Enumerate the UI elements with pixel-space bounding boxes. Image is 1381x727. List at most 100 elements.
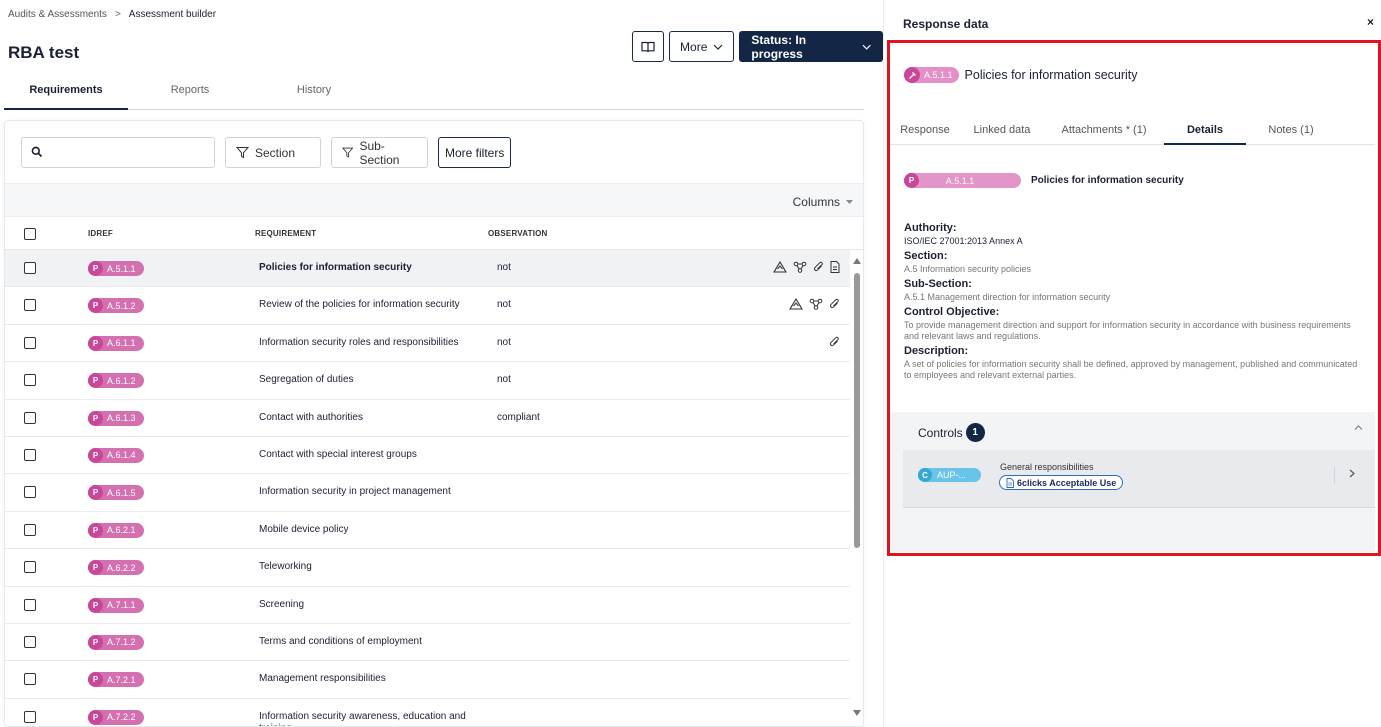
- tag-label: P: [88, 672, 103, 688]
- document-icon: [1006, 477, 1014, 488]
- tab-response[interactable]: Response: [890, 116, 960, 145]
- tag-label: P: [88, 522, 103, 538]
- document-icon[interactable]: [830, 261, 840, 276]
- idref-pill[interactable]: P A.7.1.2: [88, 634, 144, 650]
- scroll-down-icon[interactable]: [853, 710, 861, 716]
- row-checkbox[interactable]: [24, 523, 36, 536]
- subsection-filter-button[interactable]: Sub-Section: [331, 137, 428, 168]
- attachment-icon[interactable]: [829, 298, 840, 313]
- attachment-icon[interactable]: [813, 261, 824, 276]
- idref-pill[interactable]: P A.7.2.1: [88, 672, 144, 688]
- status-button[interactable]: Status: In progress: [739, 31, 883, 62]
- table-row[interactable]: P A.6.1.4 Contact with special interest gr…: [5, 437, 850, 475]
- idref-pill[interactable]: P A.7.1.1: [88, 597, 144, 613]
- row-icons: [789, 298, 840, 313]
- row-checkbox[interactable]: [24, 299, 36, 312]
- controls-toggle[interactable]: Controls 1: [918, 423, 985, 442]
- chevron-up-icon[interactable]: [1354, 422, 1363, 433]
- tab-details[interactable]: Details: [1164, 116, 1246, 145]
- objective-label: Control Objective:: [904, 306, 1000, 318]
- more-button[interactable]: More: [669, 31, 735, 62]
- filter-bar: Section Sub-Section More filters: [21, 137, 512, 168]
- table-row[interactable]: P A.7.2.1 Management responsibilities: [5, 661, 850, 699]
- table-row[interactable]: P A.7.1.2 Terms and conditions of employme…: [5, 624, 850, 662]
- idref-pill[interactable]: P A.6.1.4: [88, 447, 144, 463]
- book-icon: [641, 41, 655, 52]
- table-row[interactable]: P A.6.1.2 Segregation of duties not: [5, 362, 850, 400]
- idref-label: A.6.2.1: [107, 525, 136, 536]
- row-checkbox[interactable]: [24, 336, 36, 349]
- row-checkbox[interactable]: [24, 411, 36, 424]
- idref-pill[interactable]: P A.6.2.1: [88, 522, 144, 538]
- header-observation[interactable]: OBSERVATION: [488, 229, 548, 238]
- section-value: A.5 Information security policies: [904, 264, 1032, 274]
- tag-label: P: [88, 634, 103, 650]
- tag-label: P: [88, 261, 103, 276]
- table-row[interactable]: P A.6.1.3 Contact with authorities complian…: [5, 400, 850, 437]
- requirement-text: Information security in project manageme…: [259, 486, 451, 498]
- close-icon[interactable]: ×: [1367, 15, 1374, 29]
- search-icon: [31, 146, 43, 158]
- row-checkbox[interactable]: [24, 598, 36, 611]
- control-pill: C AUP-...: [918, 468, 981, 482]
- idref-pill[interactable]: P A.7.2.2: [88, 709, 144, 725]
- table-row[interactable]: P A.5.1.1 Policies for information securit…: [5, 250, 850, 288]
- tab-notes[interactable]: Notes (1): [1246, 116, 1336, 145]
- control-item[interactable]: C AUP-... General responsibilities 6clic…: [903, 450, 1375, 508]
- row-checkbox[interactable]: [24, 710, 36, 723]
- row-checkbox[interactable]: [24, 561, 36, 574]
- table-row[interactable]: P A.6.1.1 Information security roles and r…: [5, 325, 850, 363]
- tag-label: P: [88, 373, 103, 389]
- row-checkbox[interactable]: [24, 673, 36, 686]
- idref-pill[interactable]: P A.6.1.3: [88, 410, 144, 426]
- detail-header: P A.5.1.1 Policies for information secur…: [904, 173, 1184, 188]
- idref-pill[interactable]: P A.6.2.2: [88, 560, 144, 576]
- scroll-up-icon[interactable]: [853, 258, 861, 264]
- guide-button[interactable]: [632, 31, 665, 62]
- risk-icon[interactable]: [773, 260, 787, 276]
- idref-pill[interactable]: P A.6.1.1: [88, 335, 144, 351]
- tag-label: P: [88, 410, 103, 426]
- columns-button[interactable]: Columns: [793, 195, 853, 209]
- select-all-checkbox[interactable]: [24, 228, 36, 240]
- table-row[interactable]: P A.5.1.2 Review of the policies for infor…: [5, 287, 850, 325]
- idref-pill[interactable]: P A.5.1.2: [88, 298, 144, 314]
- table-row[interactable]: P A.6.2.2 Teleworking: [5, 549, 850, 587]
- more-label: More: [680, 39, 708, 54]
- scroll-thumb[interactable]: [854, 273, 860, 548]
- section-filter-button[interactable]: Section: [225, 137, 321, 168]
- tab-history[interactable]: History: [252, 78, 376, 110]
- tab-requirements[interactable]: Requirements: [4, 78, 128, 110]
- row-checkbox[interactable]: [24, 448, 36, 461]
- table-row[interactable]: P A.6.2.1 Mobile device policy: [5, 512, 850, 550]
- row-checkbox[interactable]: [24, 374, 36, 387]
- header-requirement[interactable]: REQUIREMENT: [255, 229, 316, 238]
- tag-label: P: [88, 447, 103, 463]
- attachment-icon[interactable]: [829, 336, 840, 351]
- search-input[interactable]: [21, 137, 215, 168]
- breadcrumb: Audits & Assessments > Assessment builde…: [8, 9, 216, 20]
- table-row[interactable]: P A.7.1.1 Screening: [5, 587, 850, 624]
- chevron-right-icon[interactable]: [1349, 467, 1355, 481]
- tab-linked-data[interactable]: Linked data: [960, 116, 1044, 145]
- row-checkbox[interactable]: [24, 635, 36, 648]
- network-icon[interactable]: [793, 261, 807, 276]
- columns-bar: Columns: [5, 183, 863, 217]
- idref-pill[interactable]: P A.6.1.2: [88, 373, 144, 389]
- risk-icon[interactable]: [789, 298, 803, 313]
- table-row[interactable]: P A.7.2.2 Information security awareness, …: [5, 699, 850, 726]
- idref-pill[interactable]: P A.5.1.1: [88, 261, 144, 276]
- row-checkbox[interactable]: [24, 262, 36, 274]
- table-scrollbar[interactable]: [851, 250, 863, 720]
- breadcrumb-audits[interactable]: Audits & Assessments: [8, 9, 107, 20]
- table-header: IDREF REQUIREMENT OBSERVATION: [5, 217, 863, 250]
- policy-chip[interactable]: 6clicks Acceptable Use: [999, 475, 1124, 490]
- tab-reports[interactable]: Reports: [128, 78, 252, 110]
- table-row[interactable]: P A.6.1.5 Information security in project …: [5, 474, 850, 512]
- tab-attachments[interactable]: Attachments * (1): [1044, 116, 1164, 145]
- idref-pill[interactable]: P A.6.1.5: [88, 485, 144, 501]
- row-checkbox[interactable]: [24, 486, 36, 499]
- network-icon[interactable]: [809, 298, 823, 313]
- more-filters-button[interactable]: More filters: [438, 137, 512, 168]
- header-idref[interactable]: IDREF: [88, 229, 113, 238]
